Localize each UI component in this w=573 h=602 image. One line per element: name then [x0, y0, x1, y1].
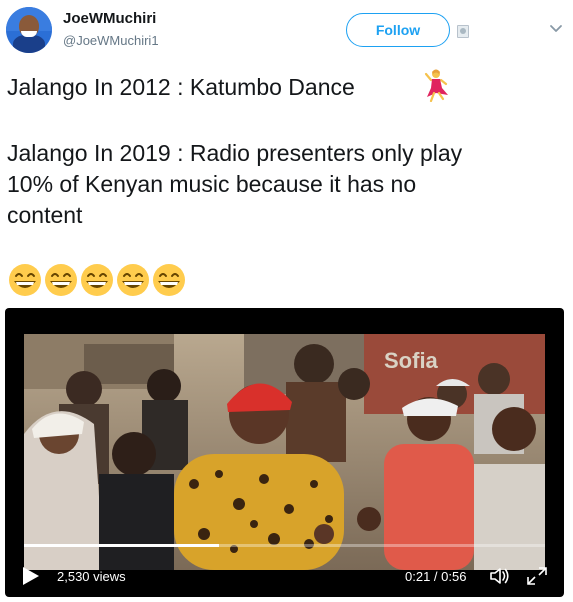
tweet-text-line: content [7, 202, 83, 228]
wall-sign-text: Sofia [384, 348, 439, 373]
avatar[interactable] [6, 7, 52, 53]
grinning-face-emoji [153, 264, 185, 296]
volume-icon[interactable] [489, 566, 511, 586]
play-icon[interactable] [23, 567, 39, 585]
tweet-text-line: Jalango In 2012 : Katumbo Dance [7, 74, 355, 100]
grinning-face-emoji [117, 264, 149, 296]
video-frame[interactable]: Sofia [24, 334, 545, 570]
video-progress-fill [24, 544, 220, 547]
video-progress-bar[interactable] [24, 544, 545, 547]
tweet-header: JoeWMuchiri @JoeWMuchiri1 Follow [0, 0, 573, 62]
profile-card-icon [457, 25, 469, 38]
woman-dancing-emoji [424, 69, 448, 102]
display-name[interactable]: JoeWMuchiri [63, 10, 156, 27]
expand-icon[interactable] [526, 566, 548, 586]
tweet-text-line: 10% of Kenyan music because it has no [7, 171, 417, 197]
view-count: 2,530 views [57, 569, 126, 584]
emoji-row [7, 262, 187, 298]
video-player[interactable]: Sofia 2,530 views 0:21 / 0:56 [5, 308, 564, 597]
grinning-face-emoji [81, 264, 113, 296]
user-handle[interactable]: @JoeWMuchiri1 [63, 33, 159, 48]
grinning-face-emoji [9, 264, 41, 296]
video-thumbnail: Sofia [24, 334, 545, 570]
tweet-text-line: Jalango In 2019 : Radio presenters only … [7, 140, 463, 166]
video-time: 0:21 / 0:56 [405, 569, 467, 584]
grinning-face-emoji [45, 264, 77, 296]
follow-button[interactable]: Follow [346, 13, 450, 47]
chevron-down-icon[interactable] [549, 24, 563, 34]
